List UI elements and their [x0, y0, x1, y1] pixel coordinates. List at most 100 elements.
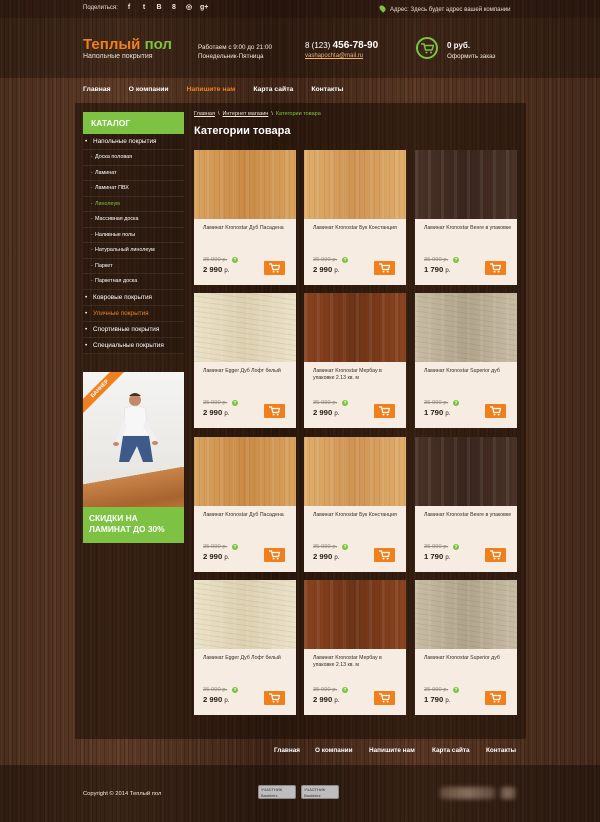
- product-name[interactable]: Ламинат Kronostar Superior дуб: [424, 655, 512, 662]
- price-info-icon[interactable]: ?: [342, 687, 348, 693]
- price-info-icon[interactable]: ?: [232, 544, 238, 550]
- footer-nav-item[interactable]: Контакты: [486, 747, 516, 754]
- add-to-cart-button[interactable]: [374, 548, 395, 562]
- product-image[interactable]: [194, 293, 296, 362]
- product-name[interactable]: Ламинат Kronostar Венге в упаковке: [424, 225, 512, 232]
- product-card[interactable]: Ламинат Kronostar Дуб Пасадена 35 990 р.?…: [194, 150, 296, 285]
- product-image[interactable]: [194, 437, 296, 506]
- add-to-cart-button[interactable]: [485, 548, 506, 562]
- add-to-cart-button[interactable]: [485, 691, 506, 705]
- product-card[interactable]: Ламинат Egger Дуб Лофт белый 35 990 р.? 2 …: [194, 293, 296, 428]
- product-image[interactable]: [415, 580, 517, 649]
- catalog-item[interactable]: Натуральный линолеум: [83, 243, 184, 259]
- catalog-item[interactable]: Паркет: [83, 258, 184, 274]
- product-image[interactable]: [194, 150, 296, 219]
- product-card[interactable]: Ламинат Kronostar Бук Констанция 35 990 р…: [304, 150, 406, 285]
- add-to-cart-button[interactable]: [374, 691, 395, 705]
- price-info-icon[interactable]: ?: [453, 544, 459, 550]
- catalog-item[interactable]: Ламинат ПВХ: [83, 181, 184, 197]
- product-name[interactable]: Ламинат Kronostar Дуб Пасадена: [203, 512, 291, 519]
- product-name[interactable]: Ламинат Egger Дуб Лофт белый: [203, 655, 291, 662]
- product-image[interactable]: [304, 437, 406, 506]
- price-info-icon[interactable]: ?: [453, 400, 459, 406]
- product-name[interactable]: Ламинат Kronostar Бук Констанция: [313, 512, 401, 519]
- rating-badge[interactable]: УЧАСТНИК Baubleirz: [258, 785, 296, 799]
- odnoklassniki-icon[interactable]: 8: [170, 3, 178, 13]
- rating-badge[interactable]: УЧАСТНИК Baubleirz: [301, 785, 339, 799]
- product-card[interactable]: Ламинат Kronostar Дуб Пасадена 35 990 р.?…: [194, 437, 296, 572]
- catalog-item[interactable]: Паркетная доска: [83, 274, 184, 290]
- product-image[interactable]: [304, 293, 406, 362]
- add-to-cart-button[interactable]: [485, 261, 506, 275]
- catalog-item[interactable]: Массивная доска: [83, 212, 184, 228]
- product-name[interactable]: Ламинат Kronostar Дуб Пасадена: [203, 225, 291, 232]
- twitter-icon[interactable]: t: [140, 3, 148, 13]
- nav-item[interactable]: Карта сайта: [253, 86, 293, 93]
- product-card[interactable]: Ламинат Kronostar Венге в упаковке 35 990…: [415, 150, 517, 285]
- breadcrumb-link[interactable]: Интернет магазин: [222, 111, 268, 117]
- vkontakte-icon[interactable]: B: [155, 3, 163, 13]
- nav-item[interactable]: Контакты: [311, 86, 343, 93]
- product-name[interactable]: Ламинат Kronostar Мербау в упаковке 2.13…: [313, 655, 401, 669]
- mailru-icon[interactable]: ◎: [185, 3, 193, 13]
- price-info-icon[interactable]: ?: [453, 687, 459, 693]
- banner-cta[interactable]: СКИДКИ НА ЛАМИНАТ ДО 30%: [83, 507, 184, 543]
- product-card[interactable]: Ламинат Kronostar Мербау в упаковке 2.13…: [304, 580, 406, 715]
- price-info-icon[interactable]: ?: [342, 400, 348, 406]
- product-image[interactable]: [304, 580, 406, 649]
- product-card[interactable]: Ламинат Egger Дуб Лофт белый 35 990 р.? 2 …: [194, 580, 296, 715]
- price-info-icon[interactable]: ?: [342, 257, 348, 263]
- promo-banner[interactable]: БАННЕР СКИДКИ НА ЛАМИНАТ ДО 30%: [83, 372, 184, 543]
- price-info-icon[interactable]: ?: [232, 257, 238, 263]
- add-to-cart-button[interactable]: [485, 404, 506, 418]
- phone[interactable]: 8 (123) 456-78-90: [305, 40, 378, 51]
- nav-item[interactable]: Главная: [83, 86, 111, 93]
- add-to-cart-button[interactable]: [374, 261, 395, 275]
- breadcrumb-link[interactable]: Главная: [194, 111, 215, 117]
- googleplus-icon[interactable]: g+: [200, 3, 208, 13]
- footer-nav-item[interactable]: Карта сайта: [432, 747, 470, 754]
- catalog-item[interactable]: Ламинат: [83, 165, 184, 181]
- price-info-icon[interactable]: ?: [232, 687, 238, 693]
- nav-item[interactable]: О компании: [129, 86, 169, 93]
- product-image[interactable]: [415, 437, 517, 506]
- catalog-item[interactable]: Наливные полы: [83, 227, 184, 243]
- add-to-cart-button[interactable]: [264, 404, 285, 418]
- product-image[interactable]: [194, 580, 296, 649]
- cart-icon[interactable]: [416, 37, 438, 59]
- product-card[interactable]: Ламинат Kronostar Мербау в упаковке 2.13…: [304, 293, 406, 428]
- price-info-icon[interactable]: ?: [453, 257, 459, 263]
- add-to-cart-button[interactable]: [264, 261, 285, 275]
- nav-item[interactable]: Напишите нам: [187, 86, 236, 93]
- product-image[interactable]: [304, 150, 406, 219]
- catalog-item[interactable]: Ковровые покрытия: [83, 289, 184, 306]
- catalog-item[interactable]: Специальные покрытия: [83, 337, 184, 354]
- product-name[interactable]: Ламинат Kronostar Бук Констанция: [313, 225, 401, 232]
- product-card[interactable]: Ламинат Kronostar Superior дуб 35 990 р.?…: [415, 293, 517, 428]
- product-name[interactable]: Ламинат Kronostar Superior дуб: [424, 368, 512, 375]
- footer-nav-item[interactable]: Главная: [274, 747, 300, 754]
- add-to-cart-button[interactable]: [264, 691, 285, 705]
- product-name[interactable]: Ламинат Kronostar Мербау в упаковке 2.13…: [313, 368, 401, 382]
- product-card[interactable]: Ламинат Kronostar Венге в упаковке 35 990…: [415, 437, 517, 572]
- logo[interactable]: Теплый пол: [83, 36, 172, 53]
- product-card[interactable]: Ламинат Kronostar Бук Констанция 35 990 р…: [304, 437, 406, 572]
- catalog-item[interactable]: Спортивные покрытия: [83, 321, 184, 338]
- email-link[interactable]: vashapochta@mail.ru: [305, 53, 363, 59]
- add-to-cart-button[interactable]: [264, 548, 285, 562]
- checkout-link[interactable]: Оформить заказ: [447, 53, 495, 60]
- footer-nav-item[interactable]: О компании: [315, 747, 353, 754]
- catalog-item[interactable]: Линолеум: [83, 196, 184, 212]
- catalog-item[interactable]: Доска половая: [83, 150, 184, 166]
- price-info-icon[interactable]: ?: [232, 400, 238, 406]
- add-to-cart-button[interactable]: [374, 404, 395, 418]
- catalog-item[interactable]: Уличные покрытия: [83, 305, 184, 322]
- product-name[interactable]: Ламинат Kronostar Венге в упаковке: [424, 512, 512, 519]
- facebook-icon[interactable]: f: [125, 3, 133, 13]
- catalog-item[interactable]: Напольные покрытия: [83, 134, 184, 150]
- product-image[interactable]: [415, 293, 517, 362]
- product-image[interactable]: [415, 150, 517, 219]
- product-name[interactable]: Ламинат Egger Дуб Лофт белый: [203, 368, 291, 375]
- price-info-icon[interactable]: ?: [342, 544, 348, 550]
- footer-nav-item[interactable]: Напишите нам: [369, 747, 415, 754]
